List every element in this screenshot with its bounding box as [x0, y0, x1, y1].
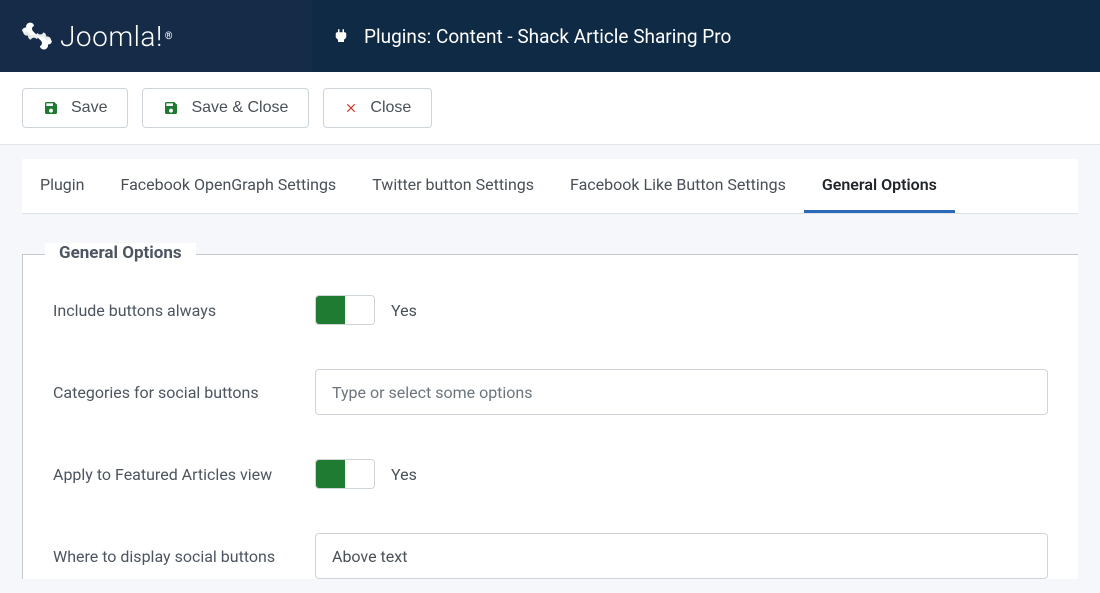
save-icon — [43, 100, 59, 116]
save-button-label: Save — [71, 99, 107, 117]
toggle-value-text: Yes — [391, 465, 417, 484]
content-area: Plugin Facebook OpenGraph Settings Twitt… — [0, 159, 1100, 579]
save-close-button-label: Save & Close — [191, 99, 288, 117]
field-featured: Apply to Featured Articles view Yes — [53, 459, 1048, 489]
tab-twitter-button[interactable]: Twitter button Settings — [354, 159, 552, 213]
field-label: Categories for social buttons — [53, 383, 315, 402]
tabs: Plugin Facebook OpenGraph Settings Twitt… — [22, 159, 1078, 214]
categories-select[interactable]: Type or select some options — [315, 369, 1048, 415]
brand-area: Joomla!® — [0, 0, 312, 72]
save-close-button[interactable]: Save & Close — [142, 88, 309, 128]
include-always-toggle[interactable] — [315, 295, 375, 325]
joomla-icon — [20, 19, 54, 53]
tab-facebook-like[interactable]: Facebook Like Button Settings — [552, 159, 804, 213]
close-button[interactable]: Close — [323, 88, 432, 128]
featured-toggle[interactable] — [315, 459, 375, 489]
fieldset-general-options: General Options Include buttons always Y… — [22, 254, 1078, 579]
field-label: Where to display social buttons — [53, 547, 315, 566]
save-icon — [163, 100, 179, 116]
tab-facebook-opengraph[interactable]: Facebook OpenGraph Settings — [103, 159, 355, 213]
brand-text: Joomla! — [60, 20, 163, 53]
joomla-logo[interactable]: Joomla!® — [20, 19, 173, 53]
toolbar: Save Save & Close Close — [0, 72, 1100, 145]
field-where-display: Where to display social buttons Above te… — [53, 533, 1048, 579]
page-title: Plugins: Content - Shack Article Sharing… — [364, 25, 731, 48]
plug-icon — [332, 27, 350, 45]
where-display-select[interactable]: Above text — [315, 533, 1048, 579]
field-categories: Categories for social buttons Type or se… — [53, 369, 1048, 415]
field-include-always: Include buttons always Yes — [53, 295, 1048, 325]
close-icon — [344, 101, 358, 115]
close-button-label: Close — [370, 99, 411, 117]
save-button[interactable]: Save — [22, 88, 128, 128]
toggle-value-text: Yes — [391, 301, 417, 320]
tab-general-options[interactable]: General Options — [804, 159, 955, 213]
trademark: ® — [165, 31, 173, 42]
field-label: Apply to Featured Articles view — [53, 465, 315, 484]
fieldset-legend: General Options — [45, 243, 196, 263]
page-header: Plugins: Content - Shack Article Sharing… — [312, 0, 1100, 72]
field-label: Include buttons always — [53, 301, 315, 320]
tab-plugin[interactable]: Plugin — [22, 159, 103, 213]
